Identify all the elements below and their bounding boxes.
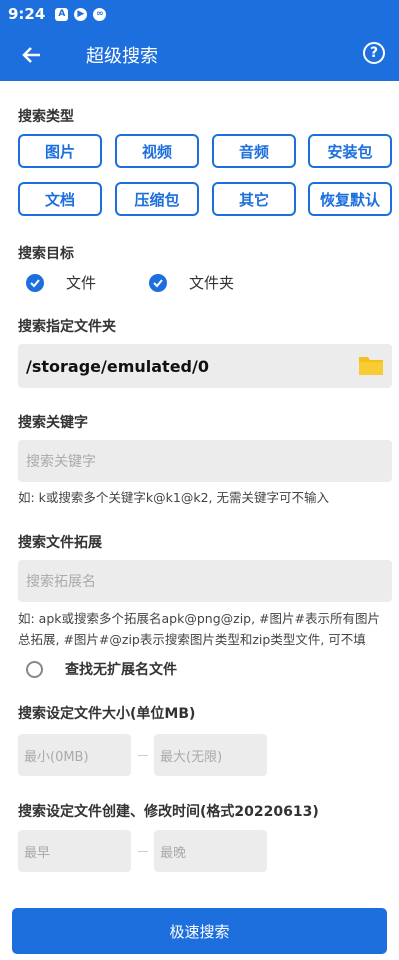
folder-icon[interactable] bbox=[358, 354, 384, 376]
restore-default-button[interactable]: 恢复默认 bbox=[308, 182, 392, 216]
arrow-left-icon bbox=[22, 46, 40, 63]
back-button[interactable] bbox=[22, 45, 62, 65]
notification-icon-a: A bbox=[55, 7, 69, 21]
fast-search-button[interactable]: 极速搜索 bbox=[12, 908, 387, 954]
folder-label: 搜索指定文件夹 bbox=[18, 319, 116, 335]
keyword-placeholder: 搜索关键字 bbox=[26, 454, 96, 470]
type-audio-button[interactable]: 音频 bbox=[212, 134, 296, 168]
check-icon bbox=[26, 273, 44, 292]
page-title: 超级搜索 bbox=[86, 45, 158, 67]
target-folder-label: 文件夹 bbox=[189, 274, 235, 292]
type-other-button[interactable]: 其它 bbox=[212, 182, 296, 216]
size-min-placeholder: 最小(0MB) bbox=[24, 749, 89, 765]
time-to-input[interactable]: 最晚 bbox=[154, 830, 267, 872]
keyword-hint: 如: k或搜索多个关键字k@k1@k2, 无需关键字可不输入 bbox=[18, 490, 329, 505]
folder-path: /storage/emulated/0 bbox=[26, 356, 209, 376]
play-icon: ▶ bbox=[74, 7, 88, 21]
folder-path-field[interactable]: /storage/emulated/0 bbox=[18, 344, 392, 388]
status-time: 9:24 bbox=[8, 5, 46, 23]
no-extension-label: 查找无扩展名文件 bbox=[65, 662, 177, 678]
time-separator bbox=[138, 851, 148, 852]
app-bar: 超级搜索 ? bbox=[0, 28, 399, 81]
keyword-input[interactable]: 搜索关键字 bbox=[18, 440, 392, 482]
type-archive-button[interactable]: 压缩包 bbox=[115, 182, 199, 216]
help-icon: ? bbox=[369, 45, 379, 61]
time-label: 搜索设定文件创建、修改时间(格式20220613) bbox=[18, 804, 319, 820]
time-from-input[interactable]: 最早 bbox=[18, 830, 131, 872]
target-file-label: 文件 bbox=[66, 274, 97, 292]
search-target-label: 搜索目标 bbox=[18, 246, 74, 262]
size-min-input[interactable]: 最小(0MB) bbox=[18, 734, 131, 776]
target-folder-checkbox[interactable]: 文件夹 bbox=[149, 272, 234, 293]
no-extension-radio[interactable]: 查找无扩展名文件 bbox=[26, 659, 177, 679]
keyword-label: 搜索关键字 bbox=[18, 415, 88, 431]
status-icons: A ▶ ∞ bbox=[55, 7, 107, 21]
size-max-placeholder: 最大(无限) bbox=[160, 749, 223, 765]
search-type-label: 搜索类型 bbox=[18, 109, 74, 125]
type-video-button[interactable]: 视频 bbox=[115, 134, 199, 168]
size-max-input[interactable]: 最大(无限) bbox=[154, 734, 267, 776]
time-to-placeholder: 最晚 bbox=[160, 845, 187, 861]
type-document-button[interactable]: 文档 bbox=[18, 182, 102, 216]
size-separator bbox=[138, 755, 148, 756]
extension-hint-line2: 总拓展, #图片#@zip表示搜索图片类型和zip类型文件, 可不填 bbox=[18, 632, 366, 647]
extension-hint-line1: 如: apk或搜索多个拓展名apk@png@zip, #图片#表示所有图片 bbox=[18, 611, 381, 626]
infinity-icon: ∞ bbox=[93, 7, 107, 21]
size-label: 搜索设定文件大小(单位MB) bbox=[18, 706, 196, 722]
status-bar: 9:24 A ▶ ∞ bbox=[0, 0, 399, 28]
help-button[interactable]: ? bbox=[363, 42, 385, 64]
radio-circle bbox=[26, 660, 43, 678]
extension-label: 搜索文件拓展 bbox=[18, 535, 102, 551]
type-image-button[interactable]: 图片 bbox=[18, 134, 102, 168]
extension-input[interactable]: 搜索拓展名 bbox=[18, 560, 392, 602]
target-file-checkbox[interactable]: 文件 bbox=[26, 272, 96, 293]
time-from-placeholder: 最早 bbox=[24, 845, 51, 861]
type-apk-button[interactable]: 安装包 bbox=[308, 134, 392, 168]
check-icon bbox=[149, 273, 167, 292]
extension-placeholder: 搜索拓展名 bbox=[26, 574, 96, 590]
